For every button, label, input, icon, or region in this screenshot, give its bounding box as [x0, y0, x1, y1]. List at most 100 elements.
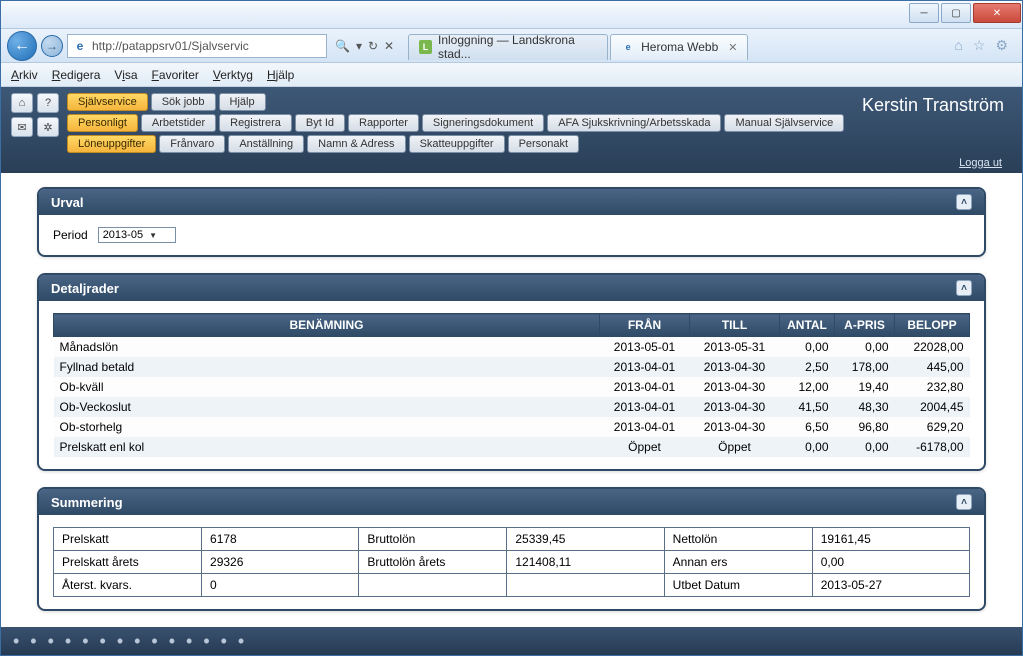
taskbar-dots: • • • • • • • • • • • • • • [13, 631, 247, 652]
summary-value: 121408,11 [507, 551, 664, 574]
summering-table: Prelskatt6178Bruttolön25339,45Nettolön19… [53, 527, 970, 597]
cell: Fyllnad betald [54, 357, 600, 377]
url-text: http://patappsrv01/Sjalvservic [92, 39, 249, 53]
nav-tab[interactable]: Personakt [508, 135, 580, 153]
nav-tab[interactable]: Arbetstider [141, 114, 216, 132]
cell: 0,00 [835, 437, 895, 457]
nav-tab[interactable]: Sök jobb [151, 93, 216, 111]
nav-tab[interactable]: Rapporter [348, 114, 419, 132]
cell: Månadslön [54, 337, 600, 358]
table-row: Fyllnad betald2013-04-012013-04-302,5017… [54, 357, 970, 377]
user-name: Kerstin Tranström [854, 93, 1012, 116]
menu-favoriter[interactable]: Favoriter [152, 68, 199, 82]
urval-panel: Urval ˄ Period 2013-05 [37, 187, 986, 257]
home-icon[interactable]: ⌂ [954, 37, 962, 54]
col-header: BENÄMNING [54, 314, 600, 337]
address-bar[interactable]: e http://patappsrv01/Sjalvservic [67, 34, 327, 58]
col-header: A-PRIS [835, 314, 895, 337]
cell: Ob-Veckoslut [54, 397, 600, 417]
col-header: FRÅN [600, 314, 690, 337]
cell: 2013-04-30 [690, 357, 780, 377]
forward-button[interactable]: → [41, 35, 63, 57]
nav-tab[interactable]: Frånvaro [159, 135, 225, 153]
cell: 2013-04-01 [600, 377, 690, 397]
cell: 2013-04-01 [600, 397, 690, 417]
nav-tab[interactable]: Manual Självservice [724, 114, 844, 132]
summary-label: Annan ers [664, 551, 812, 574]
tools-icon[interactable]: ⚙ [995, 37, 1008, 54]
cell: 2013-05-31 [690, 337, 780, 358]
menu-redigera[interactable]: Redigera [52, 68, 101, 82]
nav-row-1: SjälvserviceSök jobbHjälp [67, 93, 854, 111]
nav-tab[interactable]: Anställning [228, 135, 304, 153]
cell: 2013-04-30 [690, 377, 780, 397]
summering-panel: Summering ˄ Prelskatt6178Bruttolön25339,… [37, 487, 986, 611]
app-header: ⌂ ? ✉ ✲ SjälvserviceSök jobbHjälp Person… [1, 87, 1022, 173]
settings-button[interactable]: ✲ [37, 117, 59, 137]
collapse-icon[interactable]: ˄ [956, 280, 972, 296]
tab-inloggning[interactable]: L Inloggning — Landskrona stad... [408, 34, 608, 60]
dropdown-icon[interactable]: ▾ [356, 39, 362, 53]
tab-heroma[interactable]: e Heroma Webb ✕ [610, 34, 748, 60]
summary-label: Återst. kvars. [54, 574, 202, 597]
menu-arkiv[interactable]: Arkiv [11, 68, 38, 82]
summary-value: 29326 [202, 551, 359, 574]
nav-tab[interactable]: AFA Sjukskrivning/Arbetsskada [547, 114, 721, 132]
cell: 2,50 [780, 357, 835, 377]
logout-link[interactable]: Logga ut [959, 157, 1002, 169]
nav-tab[interactable]: Personligt [67, 114, 138, 132]
minimize-button[interactable]: ─ [909, 3, 939, 23]
tab-close-icon[interactable]: ✕ [728, 41, 737, 54]
cell: Ob-storhelg [54, 417, 600, 437]
nav-tab[interactable]: Löneuppgifter [67, 135, 156, 153]
nav-tab[interactable]: Hjälp [219, 93, 266, 111]
cell: 2013-05-01 [600, 337, 690, 358]
collapse-icon[interactable]: ˄ [956, 194, 972, 210]
cell: 2013-04-30 [690, 417, 780, 437]
nav-tab[interactable]: Byt Id [295, 114, 345, 132]
stop-icon[interactable]: ✕ [384, 39, 394, 53]
maximize-button[interactable]: ▢ [941, 3, 971, 23]
period-select[interactable]: 2013-05 [98, 227, 176, 243]
nav-tab[interactable]: Registrera [219, 114, 292, 132]
back-button[interactable]: ← [7, 31, 37, 61]
detaljrader-header: Detaljrader ˄ [39, 275, 984, 301]
nav-tab[interactable]: Självservice [67, 93, 148, 111]
table-row: Prelskatt enl kolÖppetÖppet0,000,00-6178… [54, 437, 970, 457]
home-button[interactable]: ⌂ [11, 93, 33, 113]
cell: Öppet [690, 437, 780, 457]
cell: 22028,00 [895, 337, 970, 358]
summary-label: Utbet Datum [664, 574, 812, 597]
cell: 19,40 [835, 377, 895, 397]
menu-bar: Arkiv Redigera Visa Favoriter Verktyg Hj… [1, 63, 1022, 87]
browser-window: ─ ▢ ✕ ← → e http://patappsrv01/Sjalvserv… [0, 0, 1023, 656]
menu-hjalp[interactable]: Hjälp [267, 68, 294, 82]
cell: 232,80 [895, 377, 970, 397]
nav-tab[interactable]: Namn & Adress [307, 135, 405, 153]
tab-label: Inloggning — Landskrona stad... [438, 33, 597, 61]
menu-verktyg[interactable]: Verktyg [213, 68, 253, 82]
cell: 41,50 [780, 397, 835, 417]
nav-tab[interactable]: Skatteuppgifter [409, 135, 505, 153]
menu-visa[interactable]: Visa [114, 68, 137, 82]
refresh-icon[interactable]: ↻ [368, 39, 378, 53]
nav-tab[interactable]: Signeringsdokument [422, 114, 544, 132]
table-row: Ob-kväll2013-04-012013-04-3012,0019,4023… [54, 377, 970, 397]
table-row: Ob-Veckoslut2013-04-012013-04-3041,5048,… [54, 397, 970, 417]
close-button[interactable]: ✕ [973, 3, 1021, 23]
cell: Ob-kväll [54, 377, 600, 397]
content-area: Urval ˄ Period 2013-05 Detaljrader ˄ [1, 173, 1022, 627]
help-button[interactable]: ? [37, 93, 59, 113]
summary-value: 19161,45 [812, 528, 969, 551]
cell: 0,00 [780, 337, 835, 358]
favorites-icon[interactable]: ☆ [973, 37, 986, 54]
collapse-icon[interactable]: ˄ [956, 494, 972, 510]
titlebar: ─ ▢ ✕ [1, 1, 1022, 29]
cell: 445,00 [895, 357, 970, 377]
search-icon[interactable]: 🔍 [335, 39, 350, 53]
cell: Öppet [600, 437, 690, 457]
summering-title: Summering [51, 495, 123, 510]
cell: 2004,45 [895, 397, 970, 417]
cell: 48,30 [835, 397, 895, 417]
mail-button[interactable]: ✉ [11, 117, 33, 137]
